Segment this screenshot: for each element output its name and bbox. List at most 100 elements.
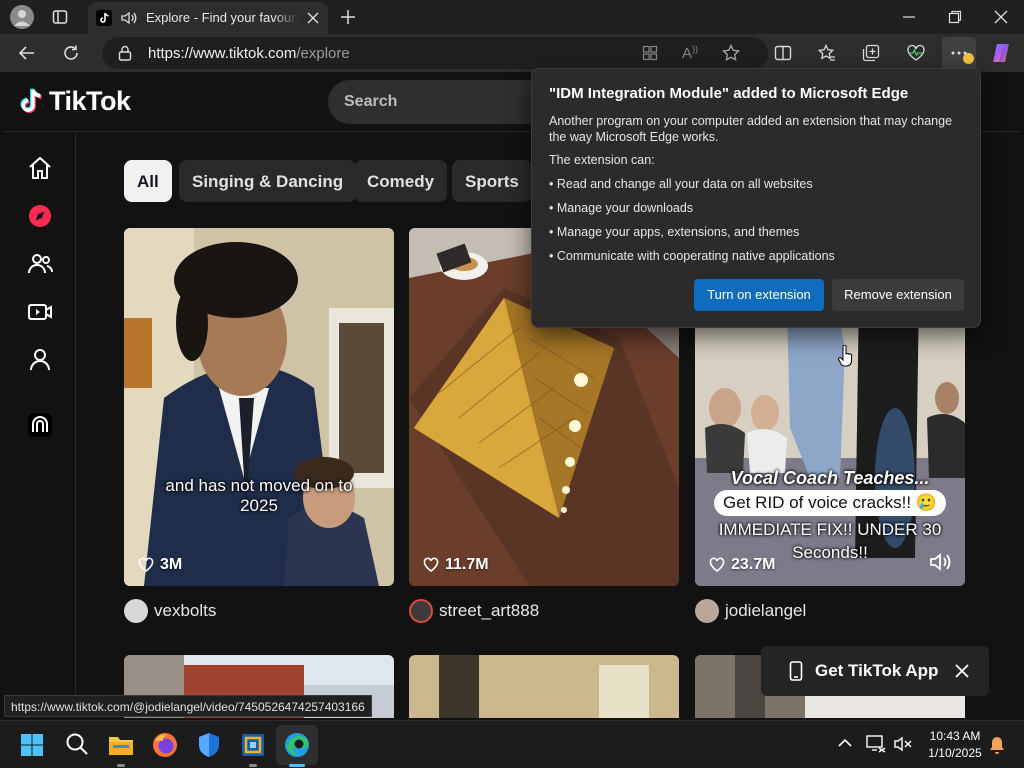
- category-chip-sports[interactable]: Sports: [452, 160, 532, 202]
- favorites-icon[interactable]: [818, 44, 836, 62]
- popup-permissions-label: The extension can:: [549, 153, 655, 167]
- url-text: https://www.tiktok.com/explore: [148, 45, 350, 62]
- tab-actions-icon[interactable]: [52, 9, 68, 25]
- settings-and-more-button[interactable]: [942, 37, 976, 69]
- get-tiktok-app-banner[interactable]: Get TikTok App: [761, 646, 989, 696]
- copilot-icon[interactable]: [990, 42, 1012, 64]
- phone-icon: [789, 661, 803, 681]
- video-caption-bubble-3: Get RID of voice cracks!! 🥲: [714, 490, 946, 516]
- author-name-1: vexbolts: [154, 601, 217, 620]
- refresh-button[interactable]: [62, 44, 80, 62]
- running-indicator: [249, 764, 257, 767]
- category-chip-comedy[interactable]: Comedy: [354, 160, 448, 202]
- remove-extension-button[interactable]: Remove extension: [832, 279, 964, 311]
- browser-toolbar: https://www.tiktok.com/explore A)): [0, 34, 1024, 72]
- heart-icon: [138, 557, 154, 573]
- video-author-1[interactable]: vexbolts: [124, 599, 216, 623]
- author-name-3: jodielangel: [725, 601, 807, 620]
- search-placeholder: Search: [344, 93, 398, 110]
- video-likes-3: 23.7M: [709, 556, 775, 574]
- volume-icon[interactable]: [929, 552, 953, 572]
- author-avatar-1: [124, 599, 148, 623]
- video-likes-1: 3M: [138, 556, 182, 574]
- link-status-bar: https://www.tiktok.com/@jodielangel/vide…: [4, 695, 372, 717]
- new-tab-button[interactable]: [340, 9, 356, 25]
- video-thumbnail-1: [124, 228, 394, 586]
- creator-app-icon[interactable]: [26, 411, 54, 439]
- close-banner-icon[interactable]: [955, 664, 969, 678]
- favorite-star-icon[interactable]: [722, 44, 740, 62]
- video-card-1[interactable]: and has not moved on to 2025 3M: [124, 228, 394, 586]
- windows-taskbar: 10:43 AM 1/10/2025: [0, 720, 1024, 768]
- split-screen-icon[interactable]: [774, 44, 792, 62]
- category-chip-singing-dancing[interactable]: Singing & Dancing: [179, 160, 357, 202]
- lock-icon[interactable]: [118, 45, 132, 61]
- warning-badge-icon: [963, 53, 974, 64]
- firefox-icon[interactable]: [151, 731, 179, 759]
- url-domain: https://www.tiktok.com: [148, 45, 297, 62]
- app-available-icon[interactable]: [642, 45, 658, 61]
- tiktok-logo-icon[interactable]: [18, 87, 46, 117]
- address-bar[interactable]: https://www.tiktok.com/explore A)): [102, 37, 768, 69]
- search-input[interactable]: Search: [328, 80, 548, 124]
- video-likes-count-1: 3M: [160, 556, 183, 573]
- live-icon[interactable]: [26, 298, 54, 326]
- heart-icon: [709, 557, 725, 573]
- running-indicator-active: [289, 764, 305, 767]
- back-button[interactable]: [18, 44, 36, 62]
- collections-icon[interactable]: [862, 44, 880, 62]
- explore-compass-icon[interactable]: [26, 202, 54, 230]
- taskbar-time[interactable]: 10:43 AM: [925, 729, 985, 743]
- file-explorer-icon[interactable]: [107, 731, 135, 759]
- virtualbox-icon[interactable]: [239, 731, 267, 759]
- video-card-5[interactable]: [409, 655, 679, 718]
- video-likes-count-3: 23.7M: [731, 556, 776, 573]
- read-aloud-icon[interactable]: A)): [682, 44, 698, 62]
- tiktok-favicon-icon: [96, 10, 112, 26]
- category-chip-all[interactable]: All: [124, 160, 172, 202]
- show-hidden-icons-chevron-icon[interactable]: [838, 738, 852, 748]
- close-window-button[interactable]: [994, 10, 1008, 24]
- edge-browser-icon[interactable]: [283, 731, 311, 759]
- video-thumbnail-5: [409, 655, 679, 718]
- author-name-2: street_art888: [439, 601, 540, 620]
- windows-start-icon[interactable]: [20, 733, 44, 757]
- restore-button[interactable]: [948, 10, 962, 24]
- network-icon[interactable]: [866, 735, 886, 753]
- profile-avatar[interactable]: [10, 5, 34, 29]
- tab-audio-icon[interactable]: [120, 10, 138, 26]
- search-icon[interactable]: [64, 731, 92, 759]
- video-caption-1: and has not moved on to 2025: [165, 476, 353, 515]
- tab-close-icon[interactable]: [306, 11, 320, 25]
- notification-bell-icon[interactable]: [988, 735, 1006, 755]
- browser-title-bar: Explore - Find your favourite videos on …: [0, 0, 1024, 34]
- permission-item: • Read and change all your data on all w…: [549, 177, 813, 191]
- profile-icon[interactable]: [26, 346, 54, 374]
- taskbar-date[interactable]: 1/10/2025: [922, 746, 988, 760]
- extension-added-popup: "IDM Integration Module" added to Micros…: [531, 68, 981, 328]
- video-likes-2: 11.7M: [423, 556, 489, 574]
- author-avatar-2: [409, 599, 433, 623]
- hand-cursor-icon: [838, 345, 854, 367]
- tab-title: Explore - Find your favourite videos on …: [146, 10, 298, 25]
- permission-item: • Manage your apps, extensions, and them…: [549, 225, 800, 239]
- video-likes-count-2: 11.7M: [445, 556, 489, 573]
- windows-security-icon[interactable]: [195, 731, 223, 759]
- tab-explore[interactable]: Explore - Find your favourite videos on …: [88, 2, 328, 34]
- volume-muted-icon[interactable]: [894, 736, 912, 752]
- video-caption-title-3: Vocal Coach Teaches...: [730, 468, 930, 488]
- minimize-button[interactable]: [902, 10, 916, 24]
- tiktok-sidebar: [4, 133, 76, 718]
- following-icon[interactable]: [26, 250, 54, 278]
- video-author-3[interactable]: jodielangel: [695, 599, 806, 623]
- popup-title: "IDM Integration Module" added to Micros…: [549, 85, 909, 102]
- turn-on-extension-button[interactable]: Turn on extension: [694, 279, 824, 311]
- author-avatar-3: [695, 599, 719, 623]
- permission-item: • Communicate with cooperating native ap…: [549, 249, 835, 263]
- url-path: /explore: [296, 45, 350, 62]
- home-icon[interactable]: [26, 154, 54, 182]
- permission-item: • Manage your downloads: [549, 201, 694, 215]
- browser-essentials-icon[interactable]: [906, 44, 926, 62]
- video-author-2[interactable]: street_art888: [409, 599, 539, 623]
- tiktok-logo-text[interactable]: TikTok: [49, 86, 131, 117]
